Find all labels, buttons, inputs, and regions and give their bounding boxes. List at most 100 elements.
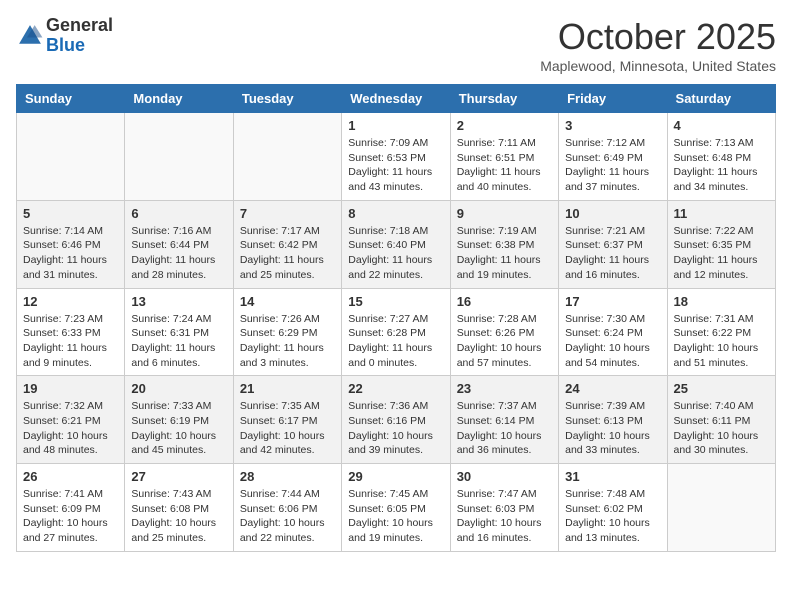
calendar-cell: 5 Sunrise: 7:14 AMSunset: 6:46 PMDaylight… xyxy=(17,200,125,288)
calendar-cell: 19 Sunrise: 7:32 AMSunset: 6:21 PMDayligh… xyxy=(17,376,125,464)
day-number: 5 xyxy=(23,206,118,221)
location: Maplewood, Minnesota, United States xyxy=(540,58,776,74)
logo: General Blue xyxy=(16,16,113,56)
day-number: 18 xyxy=(674,294,769,309)
day-number: 23 xyxy=(457,381,552,396)
day-number: 26 xyxy=(23,469,118,484)
calendar-cell: 7Sunrise: 7:17 AMSunset: 6:42 PMDaylight… xyxy=(233,200,341,288)
day-number: 31 xyxy=(565,469,660,484)
day-number: 3 xyxy=(565,118,660,133)
calendar-cell: 14Sunrise: 7:26 AMSunset: 6:29 PMDayligh… xyxy=(233,288,341,376)
logo-blue: Blue xyxy=(46,35,85,55)
day-info: Sunrise: 7:48 AMSunset: 6:02 PMDaylight:… xyxy=(565,487,660,546)
day-number: 27 xyxy=(131,469,226,484)
calendar-cell: 20 Sunrise: 7:33 AMSunset: 6:19 PMDayligh… xyxy=(125,376,233,464)
day-info: Sunrise: 7:17 AMSunset: 6:42 PMDaylight:… xyxy=(240,224,335,283)
week-row-2: 5 Sunrise: 7:14 AMSunset: 6:46 PMDaylight… xyxy=(17,200,776,288)
day-info: Sunrise: 7:32 AMSunset: 6:21 PMDaylight:… xyxy=(23,399,118,458)
day-info: Sunrise: 7:36 AMSunset: 6:16 PMDaylight:… xyxy=(348,399,443,458)
calendar-table: SundayMondayTuesdayWednesdayThursdayFrid… xyxy=(16,84,776,552)
calendar-cell: 13 Sunrise: 7:24 AMSunset: 6:31 PMDayligh… xyxy=(125,288,233,376)
day-info: Sunrise: 7:43 AMSunset: 6:08 PMDaylight:… xyxy=(131,487,226,546)
day-number: 4 xyxy=(674,118,769,133)
calendar-cell: 18 Sunrise: 7:31 AMSunset: 6:22 PMDayligh… xyxy=(667,288,775,376)
day-info: Sunrise: 7:35 AMSunset: 6:17 PMDaylight:… xyxy=(240,399,335,458)
day-info: Sunrise: 7:39 AMSunset: 6:13 PMDaylight:… xyxy=(565,399,660,458)
week-row-3: 12Sunrise: 7:23 AMSunset: 6:33 PMDayligh… xyxy=(17,288,776,376)
calendar-cell: 6Sunrise: 7:16 AMSunset: 6:44 PMDaylight… xyxy=(125,200,233,288)
day-info: Sunrise: 7:31 AMSunset: 6:22 PMDaylight:… xyxy=(674,312,769,371)
day-number: 21 xyxy=(240,381,335,396)
calendar-cell: 21 Sunrise: 7:35 AMSunset: 6:17 PMDayligh… xyxy=(233,376,341,464)
calendar-cell: 2 Sunrise: 7:11 AMSunset: 6:51 PMDaylight… xyxy=(450,113,558,201)
day-header-sunday: Sunday xyxy=(17,85,125,113)
calendar-cell: 25Sunrise: 7:40 AMSunset: 6:11 PMDayligh… xyxy=(667,376,775,464)
week-row-4: 19 Sunrise: 7:32 AMSunset: 6:21 PMDayligh… xyxy=(17,376,776,464)
day-header-thursday: Thursday xyxy=(450,85,558,113)
calendar-cell: 8 Sunrise: 7:18 AMSunset: 6:40 PMDaylight… xyxy=(342,200,450,288)
day-info: Sunrise: 7:22 AMSunset: 6:35 PMDaylight:… xyxy=(674,224,769,283)
calendar-cell: 11 Sunrise: 7:22 AMSunset: 6:35 PMDayligh… xyxy=(667,200,775,288)
calendar-cell: 10Sunrise: 7:21 AMSunset: 6:37 PMDayligh… xyxy=(559,200,667,288)
calendar-cell xyxy=(17,113,125,201)
day-header-wednesday: Wednesday xyxy=(342,85,450,113)
day-info: Sunrise: 7:11 AMSunset: 6:51 PMDaylight:… xyxy=(457,136,552,195)
week-row-1: 1Sunrise: 7:09 AMSunset: 6:53 PMDaylight… xyxy=(17,113,776,201)
day-info: Sunrise: 7:30 AMSunset: 6:24 PMDaylight:… xyxy=(565,312,660,371)
day-number: 2 xyxy=(457,118,552,133)
day-header-saturday: Saturday xyxy=(667,85,775,113)
calendar-cell: 16 Sunrise: 7:28 AMSunset: 6:26 PMDayligh… xyxy=(450,288,558,376)
calendar-cell: 30 Sunrise: 7:47 AMSunset: 6:03 PMDayligh… xyxy=(450,464,558,552)
day-info: Sunrise: 7:21 AMSunset: 6:37 PMDaylight:… xyxy=(565,224,660,283)
day-info: Sunrise: 7:18 AMSunset: 6:40 PMDaylight:… xyxy=(348,224,443,283)
day-info: Sunrise: 7:14 AMSunset: 6:46 PMDaylight:… xyxy=(23,224,118,283)
calendar-cell: 27 Sunrise: 7:43 AMSunset: 6:08 PMDayligh… xyxy=(125,464,233,552)
day-number: 8 xyxy=(348,206,443,221)
day-info: Sunrise: 7:33 AMSunset: 6:19 PMDaylight:… xyxy=(131,399,226,458)
day-number: 16 xyxy=(457,294,552,309)
calendar-header-row: SundayMondayTuesdayWednesdayThursdayFrid… xyxy=(17,85,776,113)
day-info: Sunrise: 7:27 AMSunset: 6:28 PMDaylight:… xyxy=(348,312,443,371)
calendar-cell: 24 Sunrise: 7:39 AMSunset: 6:13 PMDayligh… xyxy=(559,376,667,464)
calendar-cell: 15Sunrise: 7:27 AMSunset: 6:28 PMDayligh… xyxy=(342,288,450,376)
day-number: 11 xyxy=(674,206,769,221)
logo-icon xyxy=(16,22,44,50)
day-number: 30 xyxy=(457,469,552,484)
calendar-cell: 23Sunrise: 7:37 AMSunset: 6:14 PMDayligh… xyxy=(450,376,558,464)
logo-general: General xyxy=(46,15,113,35)
calendar-cell xyxy=(233,113,341,201)
day-number: 29 xyxy=(348,469,443,484)
calendar-cell xyxy=(667,464,775,552)
day-number: 25 xyxy=(674,381,769,396)
day-info: Sunrise: 7:28 AMSunset: 6:26 PMDaylight:… xyxy=(457,312,552,371)
day-header-friday: Friday xyxy=(559,85,667,113)
day-info: Sunrise: 7:13 AMSunset: 6:48 PMDaylight:… xyxy=(674,136,769,195)
day-number: 17 xyxy=(565,294,660,309)
calendar-cell: 29Sunrise: 7:45 AMSunset: 6:05 PMDayligh… xyxy=(342,464,450,552)
day-info: Sunrise: 7:23 AMSunset: 6:33 PMDaylight:… xyxy=(23,312,118,371)
day-number: 20 xyxy=(131,381,226,396)
calendar-cell: 1Sunrise: 7:09 AMSunset: 6:53 PMDaylight… xyxy=(342,113,450,201)
calendar-cell: 12Sunrise: 7:23 AMSunset: 6:33 PMDayligh… xyxy=(17,288,125,376)
day-number: 9 xyxy=(457,206,552,221)
day-info: Sunrise: 7:41 AMSunset: 6:09 PMDaylight:… xyxy=(23,487,118,546)
page-header: General Blue October 2025 Maplewood, Min… xyxy=(16,16,776,74)
day-info: Sunrise: 7:09 AMSunset: 6:53 PMDaylight:… xyxy=(348,136,443,195)
calendar-cell: 28Sunrise: 7:44 AMSunset: 6:06 PMDayligh… xyxy=(233,464,341,552)
calendar-cell xyxy=(125,113,233,201)
day-number: 13 xyxy=(131,294,226,309)
calendar-cell: 22Sunrise: 7:36 AMSunset: 6:16 PMDayligh… xyxy=(342,376,450,464)
calendar-cell: 9 Sunrise: 7:19 AMSunset: 6:38 PMDaylight… xyxy=(450,200,558,288)
day-info: Sunrise: 7:44 AMSunset: 6:06 PMDaylight:… xyxy=(240,487,335,546)
day-info: Sunrise: 7:24 AMSunset: 6:31 PMDaylight:… xyxy=(131,312,226,371)
day-info: Sunrise: 7:12 AMSunset: 6:49 PMDaylight:… xyxy=(565,136,660,195)
calendar-cell: 17 Sunrise: 7:30 AMSunset: 6:24 PMDayligh… xyxy=(559,288,667,376)
day-number: 19 xyxy=(23,381,118,396)
day-number: 24 xyxy=(565,381,660,396)
calendar-cell: 31 Sunrise: 7:48 AMSunset: 6:02 PMDayligh… xyxy=(559,464,667,552)
calendar-cell: 3 Sunrise: 7:12 AMSunset: 6:49 PMDaylight… xyxy=(559,113,667,201)
day-info: Sunrise: 7:47 AMSunset: 6:03 PMDaylight:… xyxy=(457,487,552,546)
calendar-cell: 26 Sunrise: 7:41 AMSunset: 6:09 PMDayligh… xyxy=(17,464,125,552)
day-info: Sunrise: 7:19 AMSunset: 6:38 PMDaylight:… xyxy=(457,224,552,283)
day-header-monday: Monday xyxy=(125,85,233,113)
